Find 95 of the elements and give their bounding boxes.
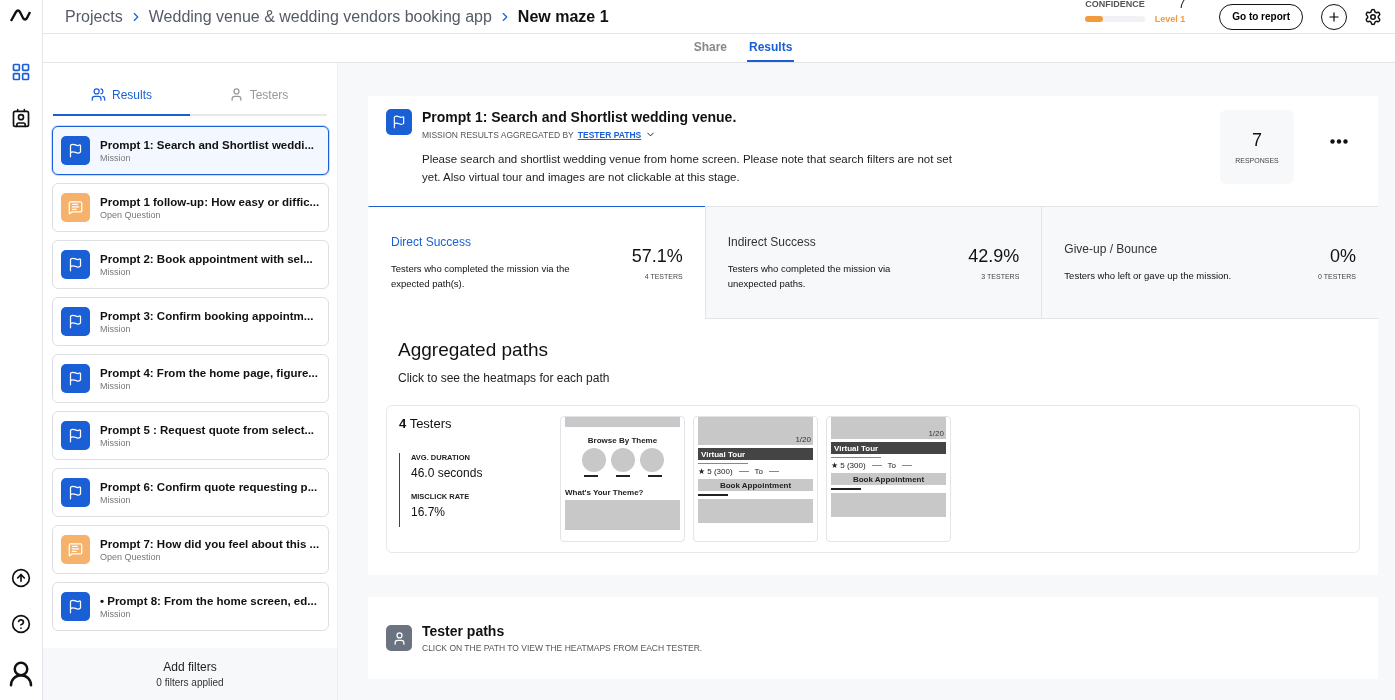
screen-thumbnail[interactable]: Browse By Theme What's Your Theme? [560, 416, 685, 542]
level-label: Level 1 [1154, 14, 1186, 24]
flag-icon [68, 599, 83, 614]
screen-thumbnail[interactable]: 1/20 Virtual Tour ★ 5 (300) To Book Appointment [693, 416, 818, 542]
screen-thumbnail[interactable]: 1/20 Virtual Tour ★ 5 (300) To Book Appointment [826, 416, 951, 542]
upload-icon[interactable] [9, 566, 33, 590]
block-type: Mission [100, 323, 132, 334]
block-title: Prompt 7: How did you feel about this ... [100, 537, 320, 550]
block-list-item[interactable]: • Prompt 8: From the home screen, ed... Mission [52, 582, 329, 631]
plus-icon [1327, 9, 1341, 24]
people-icon [91, 87, 106, 102]
block-list-item[interactable]: Prompt 6: Confirm quote requesting p... Mission [52, 468, 329, 517]
virtual-tour-bar: Virtual Tour [831, 442, 946, 454]
stat-description: Testers who completed the mission via unexpected paths. [727, 261, 892, 291]
book-appointment-bar: Book Appointment [831, 473, 946, 485]
block-type: Open Question [100, 551, 162, 562]
flag-icon [68, 371, 83, 386]
block-list-item[interactable]: Prompt 5 : Request quote from select... Mission [52, 411, 329, 460]
block-type: Mission [100, 494, 132, 505]
add-filters-button[interactable]: Add filters [163, 660, 217, 674]
flag-icon [68, 314, 83, 329]
range-text: To [887, 461, 897, 470]
block-title: Prompt 6: Confirm quote requesting p... [100, 480, 318, 493]
screen-heading: What's Your Theme? [565, 488, 644, 497]
stat-description: Testers who left or gave up the mission. [1064, 269, 1233, 283]
block-list-item[interactable]: Prompt 3: Confirm booking appointm... Mission [52, 297, 329, 346]
more-icon [1330, 139, 1348, 144]
help-icon[interactable] [9, 612, 33, 636]
block-title: Prompt 1: Search and Shortlist weddi... [100, 138, 315, 151]
filters-count: 0 filters applied [156, 677, 224, 688]
stat-value: 42.9% [968, 245, 1020, 267]
tab[interactable]: Results [53, 75, 190, 116]
breadcrumb-item[interactable]: Wedding venue & wedding vendors booking app [148, 7, 492, 26]
image-counter: 1/20 [795, 435, 811, 444]
stat-title: Indirect Success [727, 234, 817, 249]
virtual-tour-bar: Virtual Tour [698, 448, 813, 460]
responses-count: 7 [1252, 130, 1262, 151]
block-type: Mission [100, 266, 132, 277]
stat-value: 0% [1330, 245, 1356, 267]
book-appointment-bar: Book Appointment [698, 479, 813, 491]
add-button[interactable] [1321, 3, 1347, 30]
block-type: Mission [100, 152, 132, 163]
range-text: To [754, 467, 764, 476]
block-list-item[interactable]: Prompt 2: Book appointment with sel... Mission [52, 240, 329, 289]
tester-count: 7 [1178, 0, 1186, 11]
block-title: Prompt 1 follow-up: How easy or diffic... [100, 195, 320, 208]
metric-value: 16.7% [411, 505, 447, 519]
rating-text: ★ 5 (300) [831, 461, 866, 470]
block-title: Prompt 5 : Request quote from select... [100, 423, 315, 436]
stat-title: Direct Success [391, 234, 473, 249]
image-counter: 1/20 [928, 429, 944, 438]
section-title: Tester paths [422, 623, 506, 639]
image-placeholder [610, 448, 635, 472]
message-icon [68, 200, 83, 215]
stat-value: 57.1% [631, 245, 683, 267]
block-title: Prompt 4: From the home page, figure... [100, 366, 318, 379]
rating-text: ★ 5 (300) [698, 467, 733, 476]
message-icon [68, 542, 83, 557]
block-list-item[interactable]: Prompt 1: Search and Shortlist weddi... Mission [52, 126, 329, 175]
block-type: Mission [100, 380, 132, 391]
person-icon [228, 87, 244, 102]
testers-count: 4 Testers [399, 416, 453, 431]
flag-icon [392, 115, 406, 129]
block-list-item[interactable]: Prompt 7: How did you feel about this ... Open Question [52, 525, 329, 574]
person-icon [386, 625, 412, 651]
section-title: Aggregated paths [398, 339, 549, 361]
section-subtitle: CLICK ON THE PATH TO VIEW THE HEATMAPS FROM EACH TESTER. [422, 643, 703, 653]
breadcrumb-item[interactable]: Projects [65, 7, 123, 26]
screen-heading: Browse By Theme [587, 436, 658, 445]
aggregation-label: MISSION RESULTS AGGREGATED BY [422, 129, 574, 140]
metric-value: 46.0 seconds [411, 466, 484, 480]
tester-paths-link[interactable]: TESTER PATHS [577, 129, 642, 140]
flag-icon [68, 257, 83, 272]
block-title: Prompt 2: Book appointment with sel... [100, 252, 313, 265]
mission-description: Please search and shortlist wedding venue from home screen. Please note that search filters are not set yet. Also virtual tour and images are not clickable at this stage. [422, 152, 953, 185]
flag-icon [68, 428, 83, 443]
flag-icon [68, 143, 83, 158]
block-list-item[interactable]: Prompt 4: From the home page, figure... Mission [52, 354, 329, 403]
block-title: • Prompt 8: From the home screen, ed... [100, 594, 317, 607]
tab[interactable]: Share [691, 34, 729, 62]
block-title: Prompt 3: Confirm booking appointm... [100, 309, 314, 322]
block-type: Open Question [100, 209, 162, 220]
image-placeholder [639, 448, 664, 472]
flag-icon [68, 485, 83, 500]
section-subtitle: Click to see the heatmaps for each path [398, 371, 611, 385]
go-to-report-button[interactable]: Go to report [1219, 3, 1303, 30]
confidence-label: CONFIDENCE [1085, 0, 1145, 9]
mission-title: Prompt 1: Search and Shortlist wedding venue. [422, 109, 738, 125]
block-type: Mission [100, 437, 132, 448]
stat-description: Testers who completed the mission via the expected path(s). [391, 261, 571, 291]
stat-title: Give-up / Bounce [1064, 242, 1159, 256]
block-type: Mission [100, 608, 132, 619]
image-placeholder [581, 448, 606, 472]
block-list-item[interactable]: Prompt 1 follow-up: How easy or diffic... Open Question [52, 183, 329, 232]
breadcrumb-item: New maze 1 [517, 7, 609, 26]
